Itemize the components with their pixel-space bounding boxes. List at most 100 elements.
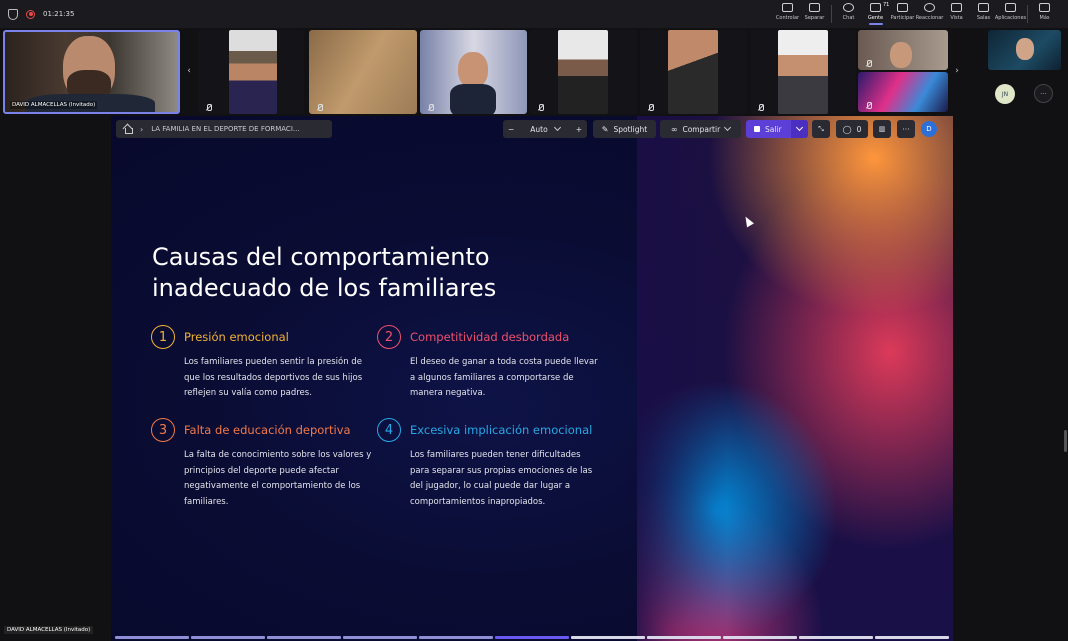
people-icon: 71 <box>870 2 889 12</box>
item-description: Los familiares pueden tener dificultades… <box>410 450 593 507</box>
toolbar-label: Vista <box>950 15 963 21</box>
mic-off-icon <box>205 104 212 111</box>
comment-icon: ◯ <box>842 124 852 134</box>
home-icon[interactable] <box>123 125 133 134</box>
zoom-select[interactable]: Auto <box>530 123 561 134</box>
progress-segment[interactable] <box>191 636 265 639</box>
participant-tile[interactable] <box>640 30 747 114</box>
item-title: Presión emocional <box>184 330 289 344</box>
toolbar-controlar-button[interactable]: Controlar <box>774 3 801 25</box>
avatar[interactable]: JN <box>995 84 1015 104</box>
progress-segment[interactable] <box>723 636 797 639</box>
breadcrumb-doc-title[interactable]: LA FAMILIA EN EL DEPORTE DE FORMACI... <box>151 125 299 133</box>
progress-segment[interactable] <box>799 636 873 639</box>
toolbar-gente-button[interactable]: 71 Gente <box>862 2 889 25</box>
toolbar-label: Participar <box>890 15 915 21</box>
toolbar-salas-button[interactable]: Salas <box>970 3 997 25</box>
more-participants-button[interactable]: ··· <box>1034 84 1053 103</box>
participant-tile[interactable] <box>988 30 1061 70</box>
more-options-button[interactable]: ··· <box>897 120 915 138</box>
more-icon <box>1039 3 1050 12</box>
item-title: Falta de educación deportiva <box>184 423 351 437</box>
mic-off-icon <box>757 104 764 111</box>
chat-icon <box>843 3 854 12</box>
meeting-controls: Controlar Separar Chat 71 Gente Participar Rea… <box>774 2 1058 25</box>
slide-title: Causas del comportamiento inadecuado de … <box>152 243 497 302</box>
toolbar-vista-button[interactable]: Vista <box>943 3 970 25</box>
progress-segment[interactable] <box>571 636 645 639</box>
item-title: Competitividad desbordada <box>410 330 570 344</box>
exit-options-dropdown[interactable] <box>790 120 808 138</box>
meeting-top-bar: 01:21:35 Controlar Separar Chat 71 Gente Part… <box>0 0 1068 28</box>
toolbar-reaccionar-button[interactable]: Reaccionar <box>916 3 943 25</box>
progress-segment[interactable] <box>875 636 949 639</box>
strip-prev-button[interactable]: ‹ <box>184 64 194 78</box>
control-icon <box>782 3 793 12</box>
strip-next-button[interactable]: › <box>952 64 962 78</box>
progress-segment[interactable] <box>495 636 569 639</box>
participant-tile[interactable] <box>420 30 527 114</box>
meeting-timer: 01:21:35 <box>43 10 75 18</box>
participant-count: 71 <box>883 2 890 8</box>
toolbar-label: Salas <box>976 15 991 21</box>
participant-strip: DAVID ALMACELLAS (Invitado) ‹ › JN ··· <box>0 28 1068 116</box>
toolbar-chat-button[interactable]: Chat <box>835 3 862 25</box>
participant-tile[interactable] <box>858 30 948 70</box>
slide-progress-bar <box>115 636 949 639</box>
item-number-badge: 4 <box>377 418 401 442</box>
zoom-in-button[interactable]: + <box>576 125 582 134</box>
progress-segment[interactable] <box>647 636 721 639</box>
presentation-stage: › LA FAMILIA EN EL DEPORTE DE FORMACI...… <box>111 116 953 641</box>
toolbar-divider <box>831 5 832 23</box>
shield-icon <box>8 8 18 20</box>
progress-segment[interactable] <box>115 636 189 639</box>
mic-off-icon <box>537 104 544 111</box>
progress-segment[interactable] <box>343 636 417 639</box>
participant-tile[interactable] <box>309 30 417 114</box>
progress-segment[interactable] <box>267 636 341 639</box>
toolbar-label: Chat <box>842 15 855 21</box>
item-description: El deseo de ganar a toda costa puede lle… <box>410 357 598 398</box>
spotlight-button[interactable]: ✎ Spotlight <box>593 120 656 138</box>
zoom-control: − Auto + <box>503 120 587 138</box>
zoom-out-button[interactable]: − <box>508 125 514 134</box>
chevron-down-icon <box>795 123 803 132</box>
scrollbar[interactable] <box>1064 430 1067 452</box>
participant-tile[interactable] <box>750 30 856 114</box>
toolbar-ms-button[interactable]: Más <box>1031 3 1058 25</box>
apps-icon <box>1005 3 1016 12</box>
toolbar-label: Controlar <box>775 15 800 21</box>
spotlight-icon: ✎ <box>601 124 609 134</box>
user-avatar[interactable]: D <box>921 121 937 137</box>
analytics-button[interactable]: ▥ <box>873 120 891 138</box>
link-icon: ∞ <box>670 124 678 134</box>
comments-button[interactable]: ◯ 0 <box>836 120 868 138</box>
collapse-icon: ⤡ <box>818 124 824 133</box>
participant-tile[interactable] <box>858 72 948 112</box>
view-icon <box>951 3 962 12</box>
toolbar-label: Reaccionar <box>915 15 944 21</box>
more-icon: ··· <box>902 124 910 134</box>
toolbar-separar-button[interactable]: Separar <box>801 3 828 25</box>
toolbar-participar-button[interactable]: Participar <box>889 3 916 25</box>
participant-tile[interactable] <box>198 30 304 114</box>
chart-icon: ▥ <box>878 125 886 133</box>
fullscreen-button[interactable]: ⤡ <box>812 120 830 138</box>
toolbar-label: Separar <box>804 15 825 21</box>
popout-icon <box>809 3 820 12</box>
toolbar-label: Aplicaciones <box>994 15 1027 21</box>
share-button[interactable]: ∞ Compartir <box>660 120 741 138</box>
self-video-tile[interactable]: DAVID ALMACELLAS (Invitado) <box>3 30 180 114</box>
recording-icon <box>26 9 35 19</box>
exit-presentation-button[interactable]: Salir <box>746 120 808 138</box>
smile-icon <box>924 3 935 12</box>
participant-tile[interactable] <box>530 30 637 114</box>
mic-off-icon <box>865 102 872 109</box>
chevron-down-icon <box>724 123 732 132</box>
toolbar-aplicaciones-button[interactable]: Aplicaciones <box>994 3 1027 25</box>
item-description: La falta de conocimiento sobre los valor… <box>184 450 372 507</box>
participant-name: DAVID ALMACELLAS (Invitado) <box>10 101 98 109</box>
mic-off-icon <box>427 104 434 111</box>
progress-segment[interactable] <box>419 636 493 639</box>
item-number-badge: 3 <box>151 418 175 442</box>
